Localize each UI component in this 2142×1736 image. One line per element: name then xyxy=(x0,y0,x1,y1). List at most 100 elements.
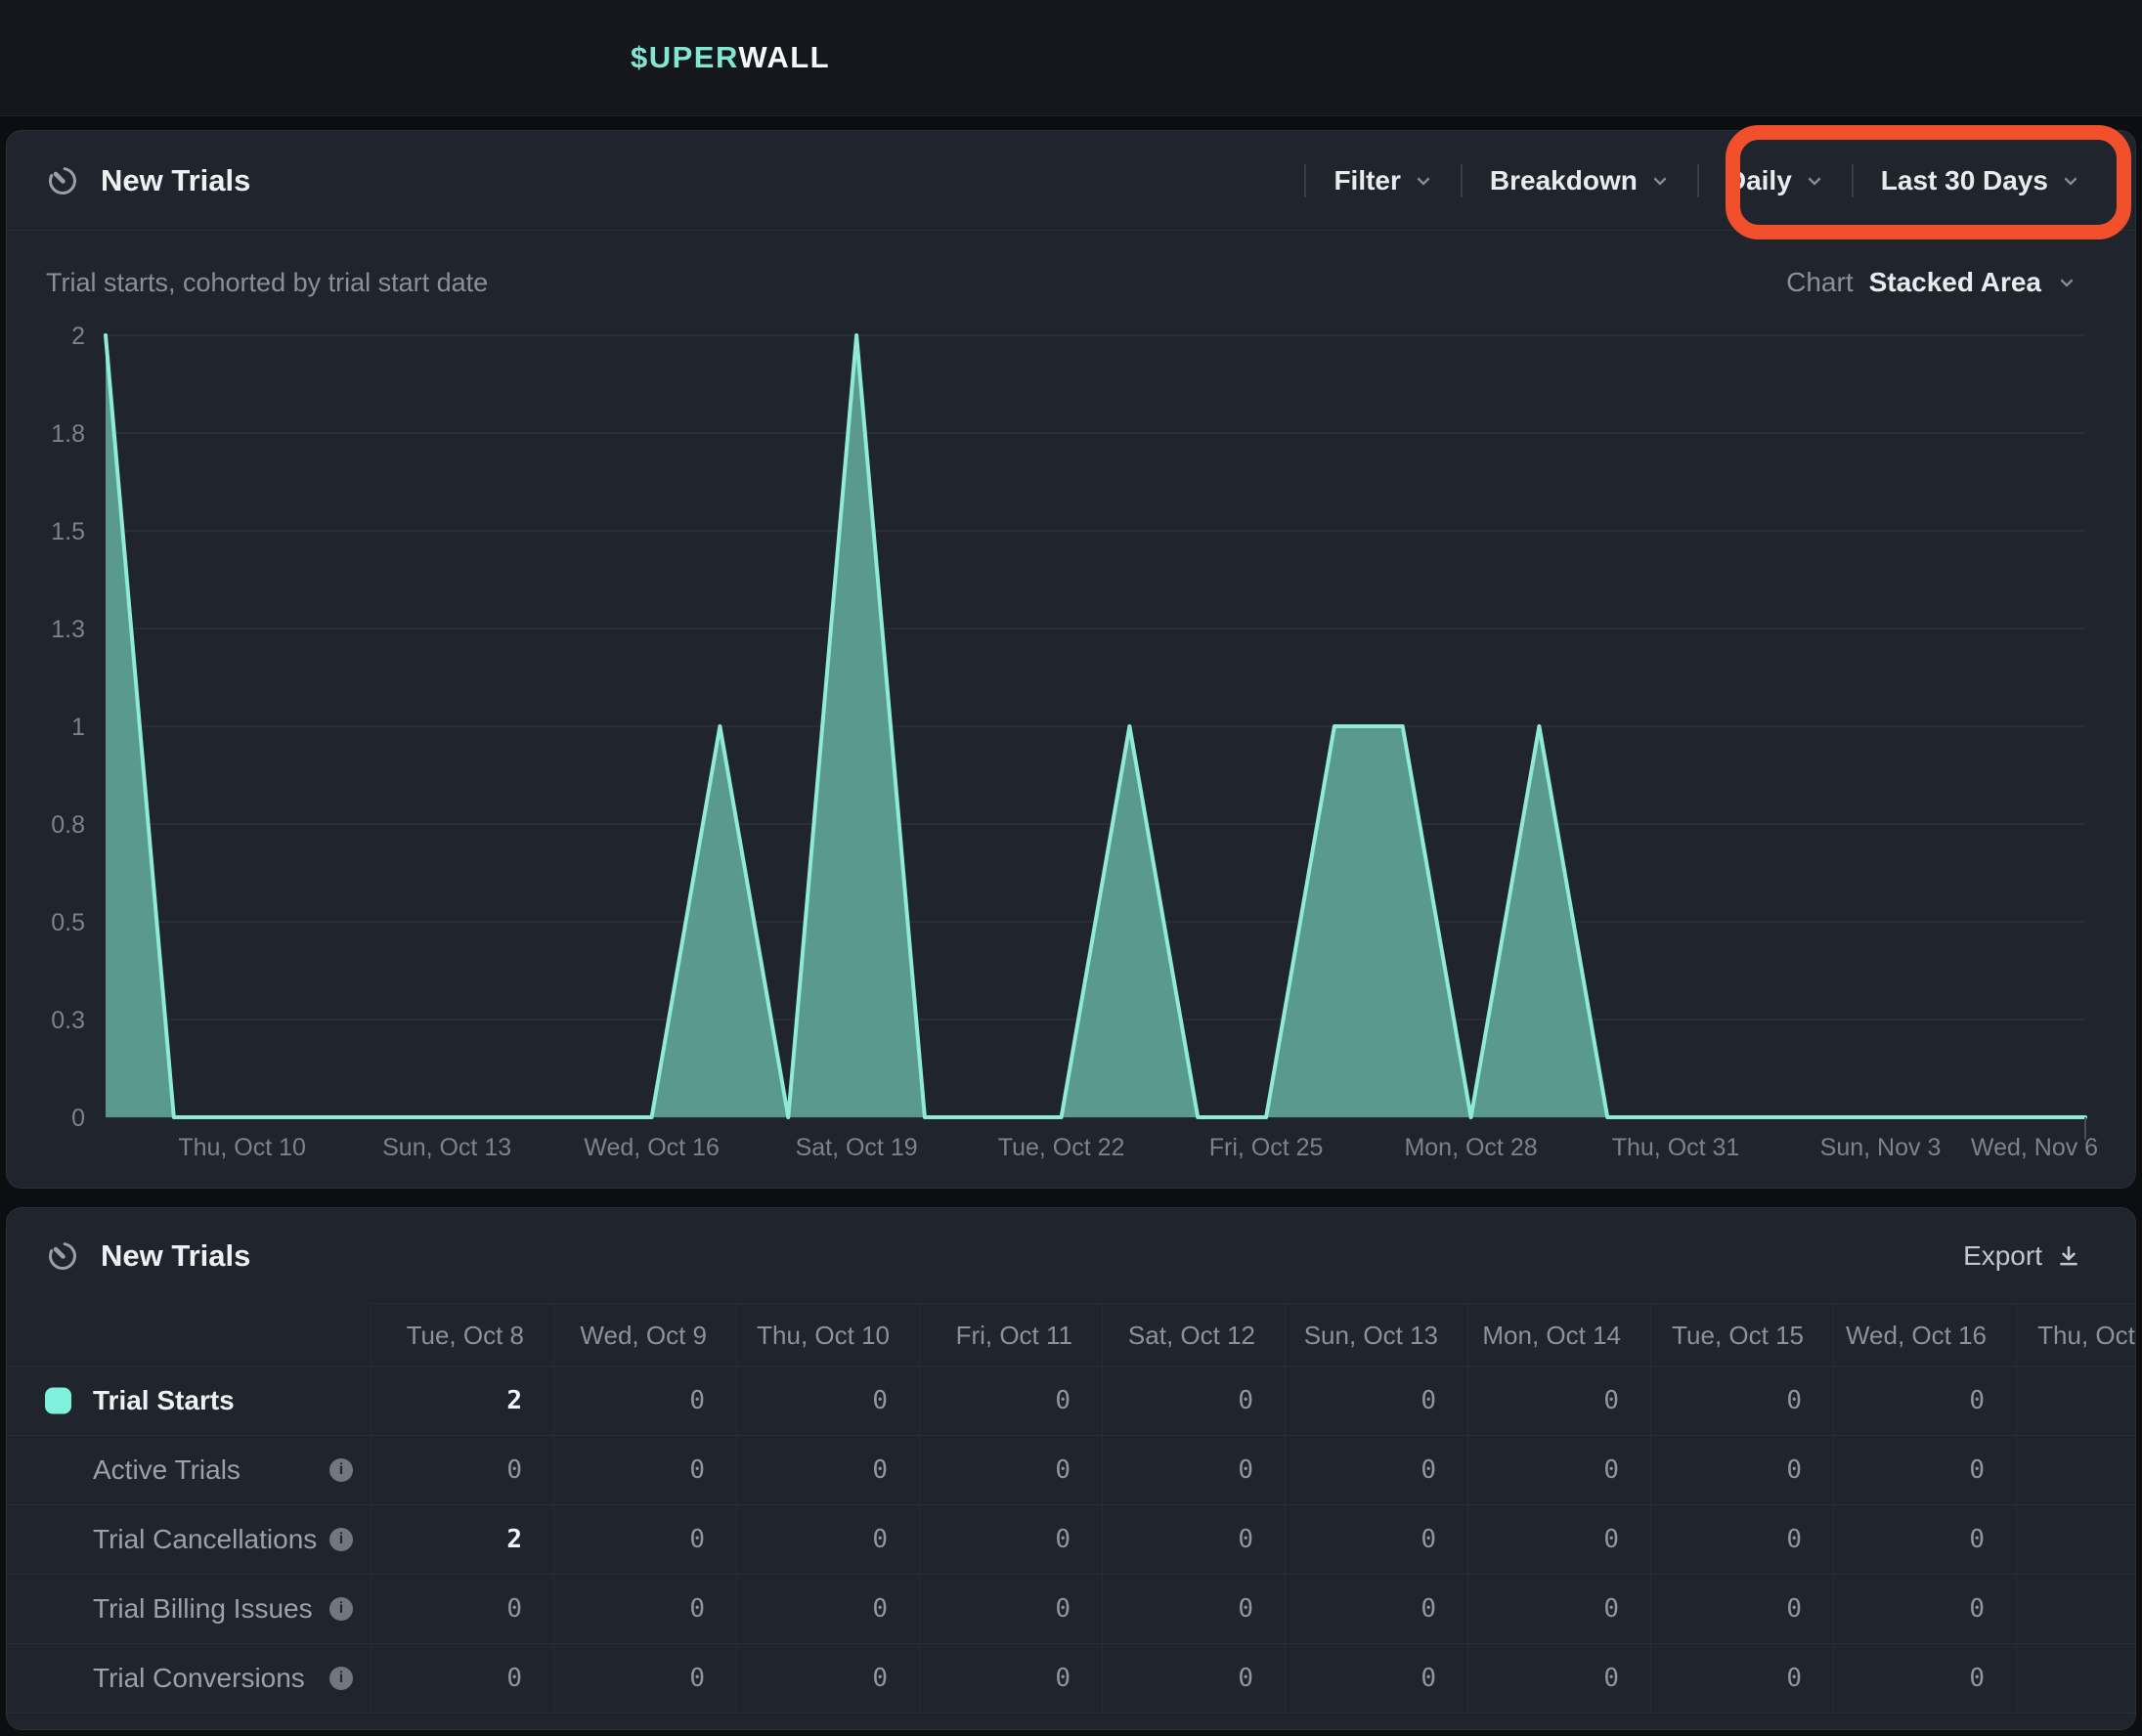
x-axis-tick-label: Wed, Nov 6 xyxy=(1971,1134,2098,1161)
column-header: Thu, Oct 10 xyxy=(737,1303,920,1367)
table-card-header: New Trials Export xyxy=(7,1208,2135,1303)
export-button[interactable]: Export xyxy=(1963,1240,2081,1272)
x-axis-tick-label: Sun, Nov 3 xyxy=(1820,1134,1942,1161)
row-label: Trial Cancellations xyxy=(93,1524,317,1554)
table-cell: 0 xyxy=(1286,1505,1468,1575)
table-cell: 0 xyxy=(1286,1436,1468,1505)
y-axis-tick-label: 0 xyxy=(71,1105,85,1132)
table-card-title-group: New Trials xyxy=(46,1238,250,1274)
superwall-logo[interactable]: $UPERWALL xyxy=(631,40,830,75)
table-cell xyxy=(2017,1505,2136,1575)
table-row: Trial Cancellationsi200000000 xyxy=(7,1505,2136,1575)
table-cell: 0 xyxy=(554,1505,737,1575)
series-swatch xyxy=(45,1388,71,1414)
x-axis-tick-label: Sun, Oct 13 xyxy=(382,1134,511,1161)
table-cell: 0 xyxy=(1468,1644,1651,1714)
top-nav-bar: $UPERWALL xyxy=(0,0,2142,116)
row-label: Trial Conversions xyxy=(93,1663,305,1693)
y-axis-tick-label: 0.3 xyxy=(51,1007,85,1034)
new-trials-table-card: New Trials Export Tue, Oct 8Wed, Oct 9Th… xyxy=(6,1207,2136,1730)
table-cell: 0 xyxy=(1103,1367,1286,1436)
table-cell: 0 xyxy=(1834,1575,2017,1644)
table-cell xyxy=(2017,1644,2136,1714)
table-cell: 0 xyxy=(554,1575,737,1644)
export-label: Export xyxy=(1963,1240,2042,1272)
table-cell: 0 xyxy=(737,1436,920,1505)
table-cell: 0 xyxy=(1103,1505,1286,1575)
table-cell: 0 xyxy=(1834,1505,2017,1575)
table-cell: 0 xyxy=(1651,1436,1834,1505)
table-cell: 0 xyxy=(1468,1436,1651,1505)
dashboard-page: $UPERWALL New Trials Filter Breakdo xyxy=(0,0,2142,1736)
table-cell: 0 xyxy=(737,1644,920,1714)
timer-icon xyxy=(46,1239,79,1273)
logo-text-secondary: WALL xyxy=(738,40,830,74)
table-cell: 0 xyxy=(737,1367,920,1436)
table-cell: 0 xyxy=(1834,1367,2017,1436)
table-corner-cell xyxy=(7,1303,372,1367)
column-header: Fri, Oct 11 xyxy=(920,1303,1103,1367)
y-axis-tick-label: 0.8 xyxy=(51,811,85,839)
new-trials-chart-card: New Trials Filter Breakdown Daily xyxy=(6,130,2136,1189)
x-axis-tick-label: Tue, Oct 22 xyxy=(998,1134,1125,1161)
row-label: Trial Starts xyxy=(93,1385,235,1415)
table-cell: 0 xyxy=(1468,1367,1651,1436)
table-cell: 0 xyxy=(372,1644,554,1714)
info-icon[interactable]: i xyxy=(329,1458,353,1482)
table-cell: 0 xyxy=(920,1644,1103,1714)
column-header: Sun, Oct 13 xyxy=(1286,1303,1468,1367)
table-row: Trial Starts200000000 xyxy=(7,1367,2136,1436)
info-icon[interactable]: i xyxy=(329,1667,353,1690)
table-cell: 0 xyxy=(1103,1644,1286,1714)
column-header: Thu, Oct 17 xyxy=(2017,1303,2136,1367)
column-header: Wed, Oct 16 xyxy=(1834,1303,2017,1367)
column-header: Sat, Oct 12 xyxy=(1103,1303,1286,1367)
table-cell: 2 xyxy=(372,1505,554,1575)
row-label-cell: Trial Conversions i xyxy=(7,1644,372,1714)
x-axis-tick-label: Fri, Oct 25 xyxy=(1209,1134,1324,1161)
table-title: New Trials xyxy=(101,1238,250,1274)
x-axis-tick-label: Mon, Oct 28 xyxy=(1404,1134,1537,1161)
table-row: Trial Billing Issuesi000000000 xyxy=(7,1575,2136,1644)
table-cell: 0 xyxy=(554,1644,737,1714)
table-cell xyxy=(2017,1436,2136,1505)
x-axis-tick-label: Wed, Oct 16 xyxy=(584,1134,720,1161)
table-cell: 0 xyxy=(372,1436,554,1505)
download-icon xyxy=(2056,1243,2081,1269)
table-cell: 0 xyxy=(1651,1575,1834,1644)
table-row: Trial Conversionsi000000000 xyxy=(7,1644,2136,1714)
row-label-cell: Trial Billing Issues i xyxy=(7,1575,372,1644)
info-icon[interactable]: i xyxy=(329,1597,353,1621)
table-cell: 0 xyxy=(920,1575,1103,1644)
y-axis-tick-label: 0.5 xyxy=(51,909,85,936)
y-axis-tick-label: 1.3 xyxy=(51,616,85,643)
column-header: Tue, Oct 8 xyxy=(372,1303,554,1367)
table-cell: 2 xyxy=(372,1367,554,1436)
row-label-cell: Active Trialsi xyxy=(7,1436,372,1505)
x-axis-tick-label: Thu, Oct 31 xyxy=(1612,1134,1740,1161)
x-axis-tick-label: Sat, Oct 19 xyxy=(796,1134,918,1161)
table-cell: 0 xyxy=(1834,1644,2017,1714)
column-header: Mon, Oct 14 xyxy=(1468,1303,1651,1367)
table-cell: 0 xyxy=(1651,1367,1834,1436)
column-header: Wed, Oct 9 xyxy=(554,1303,737,1367)
table-cell: 0 xyxy=(1286,1367,1468,1436)
table-cell: 0 xyxy=(554,1436,737,1505)
y-axis-tick-label: 2 xyxy=(71,323,85,350)
trials-area-chart[interactable]: 21.81.51.310.80.50.30Thu, Oct 10Sun, Oct… xyxy=(7,131,2137,1190)
table-cell: 0 xyxy=(554,1367,737,1436)
row-label-cell: Trial Starts xyxy=(7,1367,372,1436)
row-label: Trial Billing Issues xyxy=(93,1593,313,1624)
table-cell: 0 xyxy=(1834,1436,2017,1505)
table-cell: 0 xyxy=(737,1575,920,1644)
table-cell: 0 xyxy=(737,1505,920,1575)
y-axis-tick-label: 1.5 xyxy=(51,518,85,545)
info-icon[interactable]: i xyxy=(329,1528,353,1551)
table-cell: 0 xyxy=(1286,1575,1468,1644)
table-cell: 0 xyxy=(1103,1436,1286,1505)
table-cell: 0 xyxy=(920,1367,1103,1436)
table-cell: 0 xyxy=(1286,1644,1468,1714)
y-axis-tick-label: 1 xyxy=(71,714,85,741)
table-cell: 0 xyxy=(372,1575,554,1644)
table-header-row: Tue, Oct 8Wed, Oct 9Thu, Oct 10Fri, Oct … xyxy=(7,1303,2136,1367)
